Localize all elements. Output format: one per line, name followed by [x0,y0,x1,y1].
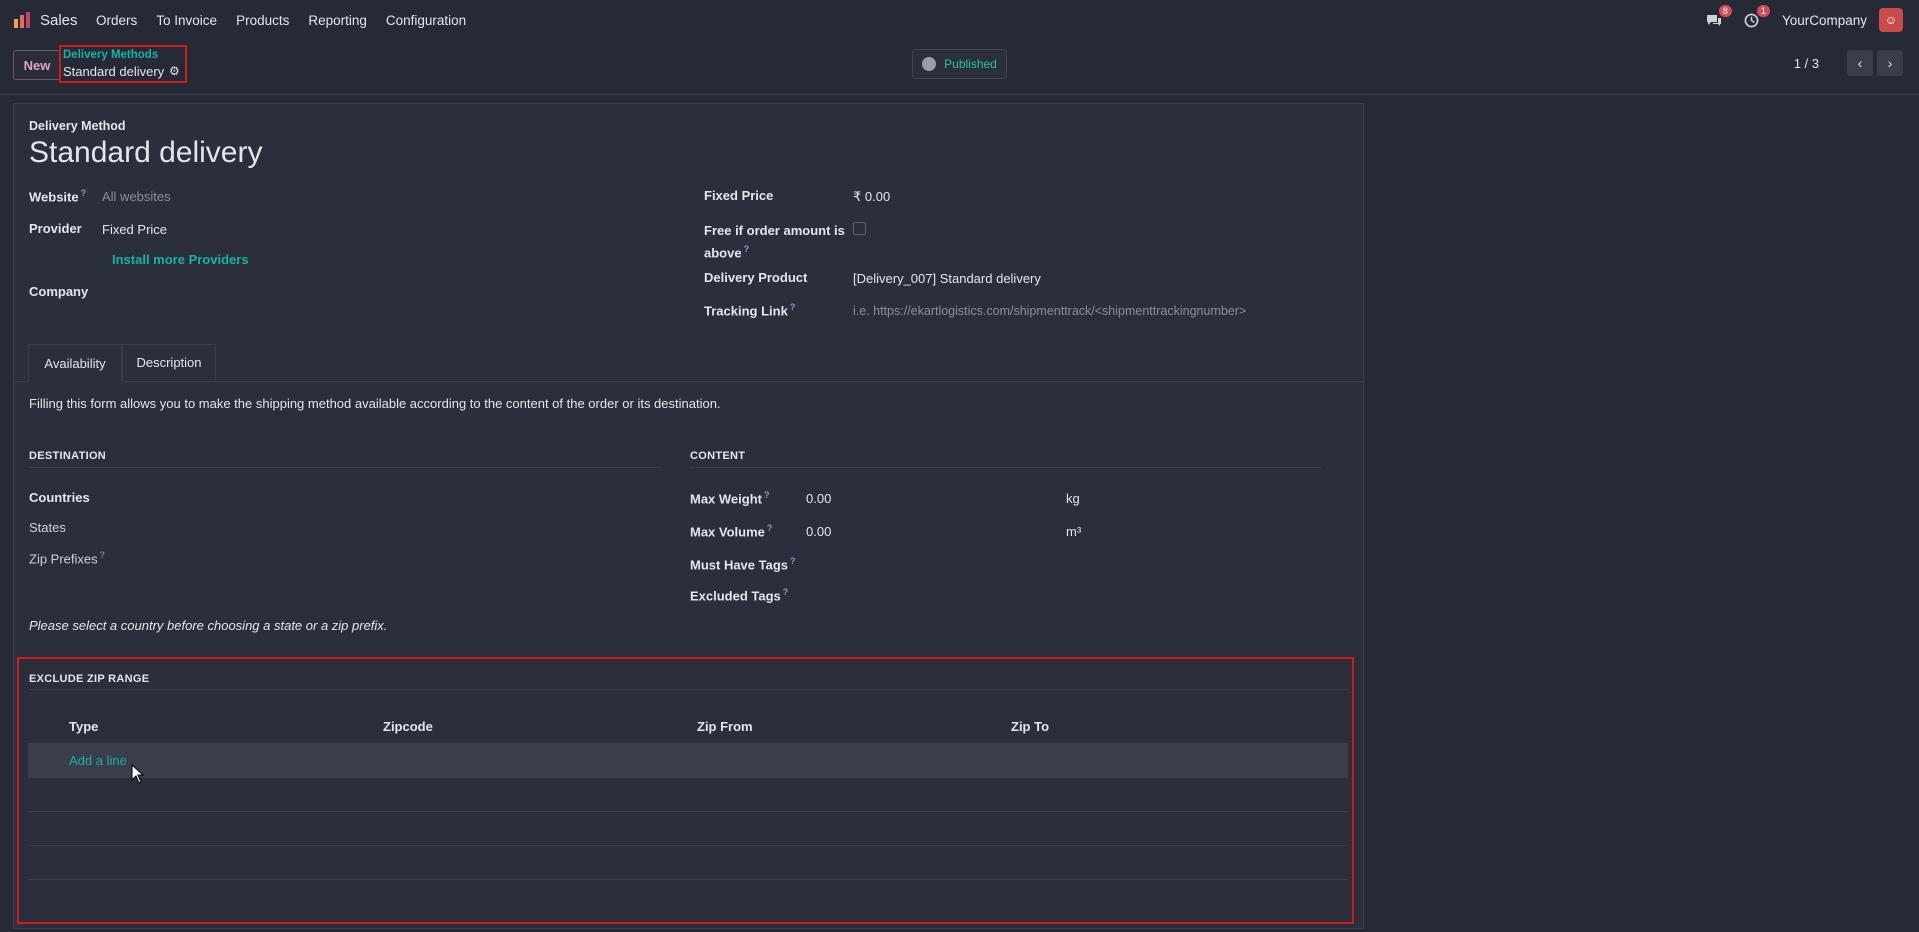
company-label: Company [29,284,89,299]
website-field[interactable]: All websites [102,189,171,204]
table-row [28,778,1348,812]
delivery-product-field[interactable]: [Delivery_007] Standard delivery [853,271,1041,286]
provider-field[interactable]: Fixed Price [102,222,167,237]
chevron-right-icon: › [1887,55,1893,71]
tab-availability[interactable]: Availability [28,344,122,382]
free-above-checkbox[interactable] [853,222,866,235]
must-have-tags-label: Must Have Tags? [690,556,796,573]
availability-intro: Filling this form allows you to make the… [29,396,721,411]
excluded-tags-field[interactable] [806,587,1306,603]
main-menu: Orders To Invoice Products Reporting Con… [96,13,485,28]
activities-badge: 1 [1756,5,1770,17]
table-header-row [28,704,1348,744]
pager-next-button[interactable]: › [1877,50,1903,76]
volume-unit: m³ [1066,524,1082,539]
free-above-label: Free if order amount is above? [704,223,845,261]
table-row [28,812,1348,846]
app-name[interactable]: Sales [40,12,78,29]
excluded-tags-label: Excluded Tags? [690,587,789,604]
provider-label: Provider [29,221,82,236]
company-switcher[interactable]: YourCompany [1782,13,1867,28]
breadcrumb-parent[interactable]: Delivery Methods [63,49,158,61]
messages-badge: 8 [1718,5,1732,17]
menu-orders[interactable]: Orders [96,13,137,28]
help-icon: ? [782,587,789,597]
activities-clock-icon[interactable]: 1 [1740,5,1770,32]
fixed-price-label: Fixed Price [704,188,774,203]
help-icon: ? [743,244,750,254]
add-line-row: Add a line [28,744,1348,778]
tracking-link-field[interactable]: i.e. https://ekartlogistics.com/shipment… [853,304,1246,318]
add-line-button[interactable]: Add a line [69,753,127,768]
countries-field[interactable] [124,490,654,506]
help-icon: ? [790,556,796,566]
exclude-zip-separator [29,689,1349,690]
countries-label: Countries [29,490,90,505]
help-icon: ? [80,188,87,198]
pager-previous-button[interactable]: ‹ [1847,50,1873,76]
sales-app-icon[interactable] [12,10,32,30]
mouse-cursor-icon [131,764,145,784]
menu-configuration[interactable]: Configuration [386,13,466,28]
published-button[interactable]: Published [912,49,1007,79]
record-type-label: Delivery Method [29,119,126,133]
menu-to-invoice[interactable]: To Invoice [156,13,217,28]
weight-unit: kg [1066,491,1080,506]
table-row [28,880,1348,914]
max-volume-field[interactable]: 0.00 [806,524,831,539]
destination-separator [29,467,661,468]
breadcrumb-current: Standard delivery [63,64,165,79]
destination-title: DESTINATION [29,450,107,462]
help-icon: ? [764,490,770,500]
fixed-price-field[interactable]: ₹ 0.00 [853,189,890,205]
zip-prefixes-label: Zip Prefixes? [29,550,105,567]
table-row [28,846,1348,880]
max-volume-label: Max Volume? [690,523,773,540]
menu-products[interactable]: Products [236,13,289,28]
top-navbar: Sales Orders To Invoice Products Reporti… [0,0,1919,42]
states-label: States [29,520,66,535]
globe-icon [922,57,937,71]
new-button[interactable]: New [13,50,61,80]
pager-value[interactable]: 1 / 3 [1794,56,1819,71]
form-sheet: Delivery Method Standard delivery Websit… [13,103,1365,929]
notebook-tabs: Availability Description [14,344,1365,382]
user-avatar[interactable]: ☺ [1879,8,1903,32]
published-label: Published [944,57,997,71]
help-icon: ? [766,523,773,533]
install-providers-button[interactable]: Install more Providers [112,252,249,267]
content-separator [690,467,1322,468]
max-weight-field[interactable]: 0.00 [806,491,831,506]
tab-description[interactable]: Description [122,344,216,380]
website-label: Website? [29,188,87,205]
messages-icon[interactable]: 8 [1702,5,1732,32]
menu-reporting[interactable]: Reporting [308,13,367,28]
help-icon: ? [789,302,796,312]
gear-icon[interactable]: ⚙ [169,64,180,78]
must-have-tags-field[interactable] [806,556,1306,572]
company-field[interactable] [102,284,602,300]
country-note: Please select a country before choosing … [29,618,388,633]
record-name[interactable]: Standard delivery [29,136,262,170]
content-title: CONTENT [690,450,746,462]
help-icon: ? [99,550,105,560]
systray: 8 1 YourCompany ☺ [1688,5,1903,32]
delivery-product-label: Delivery Product [704,270,808,285]
chevron-left-icon: ‹ [1857,55,1863,71]
max-weight-label: Max Weight? [690,490,770,507]
control-panel: New Delivery Methods Standard delivery ⚙… [0,42,1919,95]
tracking-link-label: Tracking Link? [704,302,796,319]
exclude-zip-title: EXCLUDE ZIP RANGE [29,673,150,685]
